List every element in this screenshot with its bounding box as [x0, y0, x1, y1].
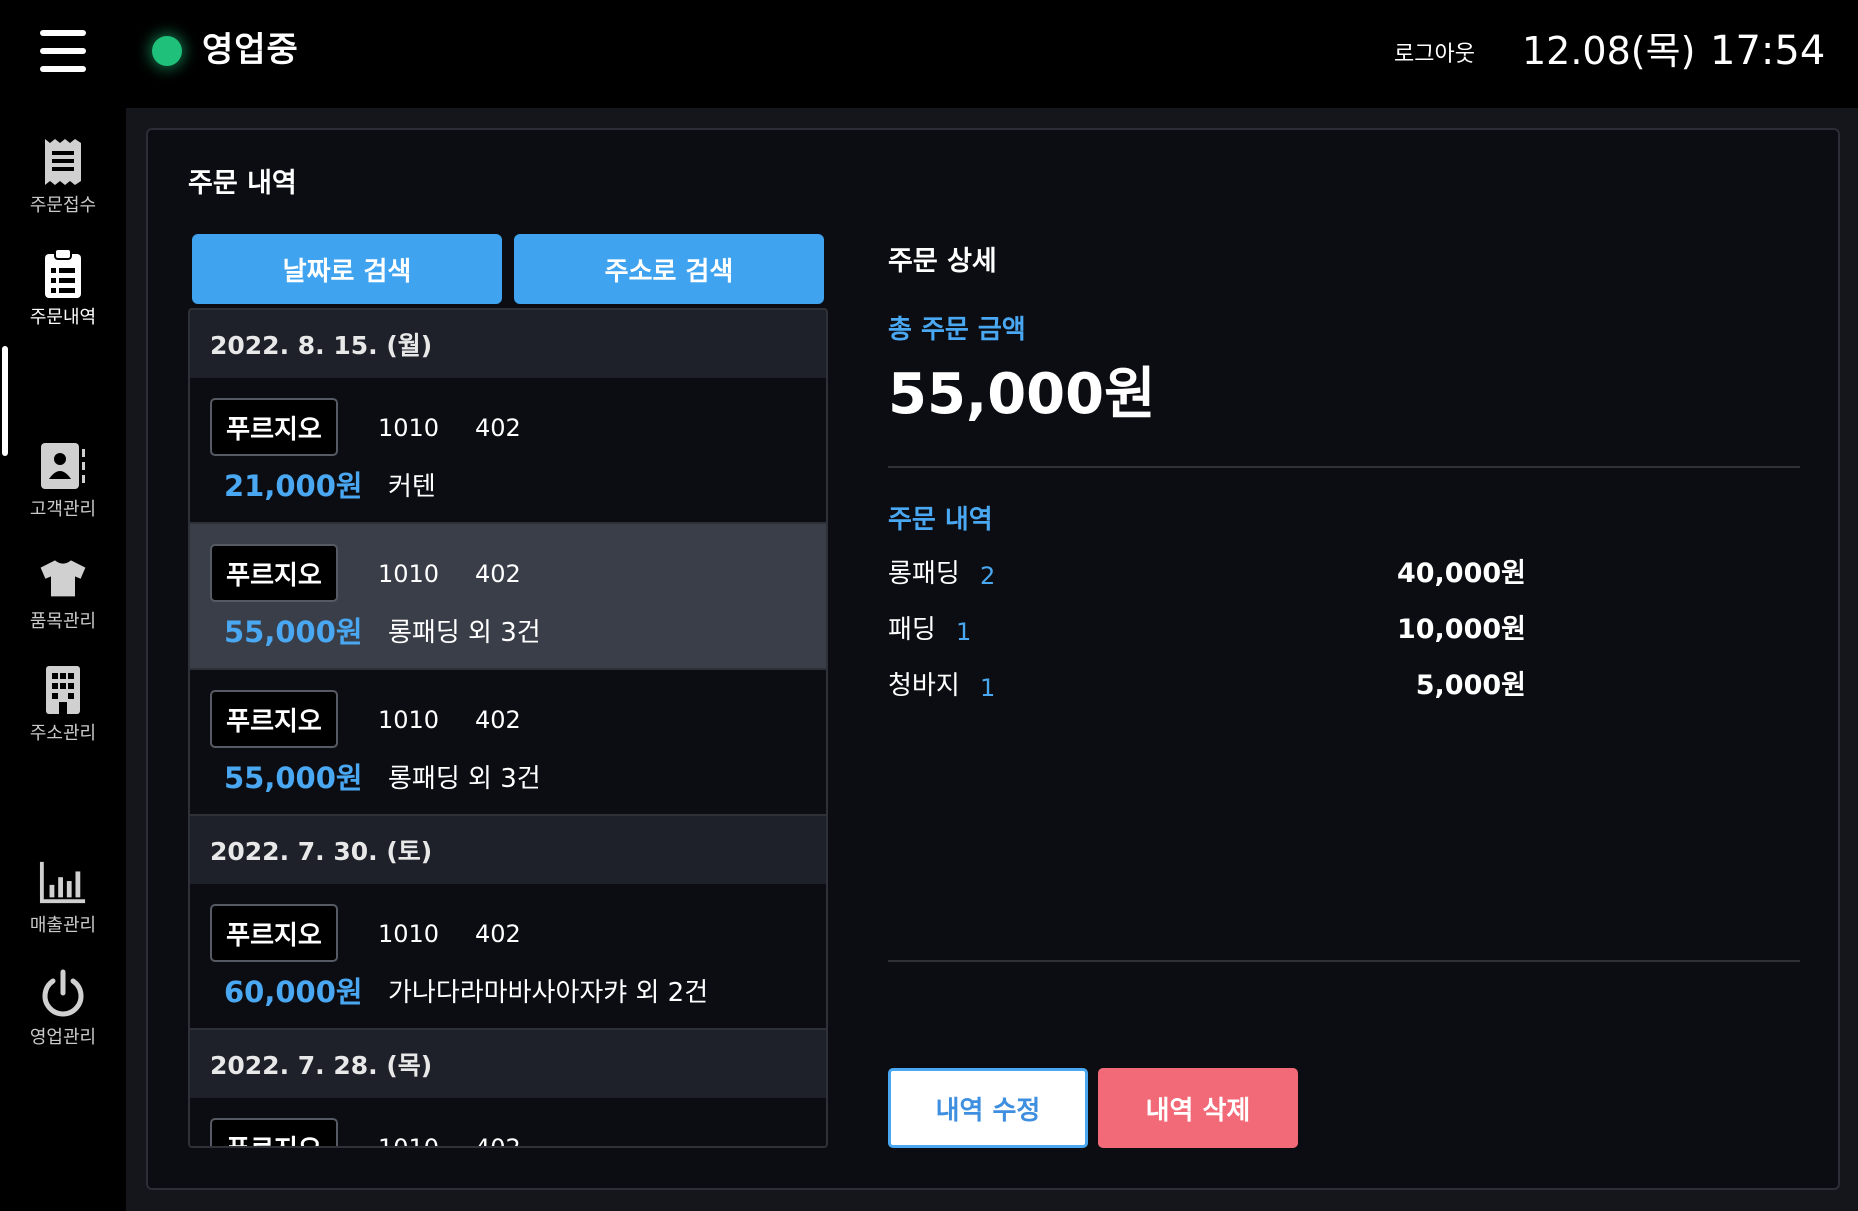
order-items-summary: 커텐: [388, 472, 436, 502]
item-name: 롱패딩: [888, 559, 960, 589]
total-amount-label: 총 주문 금액: [888, 315, 1026, 345]
order-item-row: 롱패딩 2 40,000원: [888, 556, 1526, 596]
order-price: 55,000원: [224, 615, 363, 649]
order-row[interactable]: 푸르지오 1010 402 21,000원 커텐: [190, 378, 826, 524]
unit-number: 402: [475, 1134, 521, 1148]
order-row-selected[interactable]: 푸르지오 1010 402 55,000원 롱패딩 외 3건: [190, 524, 826, 670]
order-list[interactable]: 2022. 8. 15. (월) 푸르지오 1010 402 21,000원 커…: [188, 308, 828, 1148]
current-date: 12.08(목): [1522, 29, 1696, 73]
receipt-icon: [39, 136, 87, 188]
building-icon: [39, 664, 87, 716]
sidebar: 주문접수 주문내역 고객관리 품목관리 주소관리 매출관리 영업관리: [0, 108, 126, 1211]
apartment-tag: 푸르지오: [210, 398, 338, 456]
building-number: 1010: [378, 414, 440, 442]
sidebar-item-addresses[interactable]: 주소관리: [0, 664, 126, 760]
date-group-header: 2022. 7. 28. (목): [190, 1030, 826, 1098]
sidebar-item-label: 품목관리: [29, 611, 97, 632]
order-row[interactable]: 푸르지오 1010 402 55,000원 롱패딩 외 3건: [190, 670, 826, 816]
tshirt-icon: [39, 552, 87, 604]
order-item-row: 청바지 1 5,000원: [888, 668, 1526, 708]
order-row[interactable]: 푸르지오 1010 402: [190, 1098, 826, 1148]
divider: [888, 960, 1800, 962]
contact-book-icon: [39, 440, 87, 492]
business-status: 영업중: [202, 30, 299, 70]
building-number: 1010: [378, 560, 440, 588]
sidebar-item-business[interactable]: 영업관리: [0, 968, 126, 1064]
bar-chart-icon: [39, 856, 87, 908]
item-quantity: 1: [980, 674, 996, 702]
search-by-date-button[interactable]: 날짜로 검색: [192, 234, 502, 304]
unit-number: 402: [475, 414, 521, 442]
power-icon: [39, 968, 87, 1020]
building-number: 1010: [378, 1134, 440, 1148]
sidebar-item-products[interactable]: 품목관리: [0, 552, 126, 648]
sidebar-item-label: 영업관리: [29, 1027, 97, 1048]
order-items-summary: 롱패딩 외 3건: [388, 618, 541, 648]
order-price: 55,000원: [224, 761, 363, 795]
order-items-label: 주문 내역: [888, 505, 993, 535]
sidebar-item-sales[interactable]: 매출관리: [0, 856, 126, 952]
page-title: 주문 내역: [188, 168, 297, 199]
item-name: 청바지: [888, 671, 960, 701]
item-price: 40,000원: [1396, 558, 1526, 589]
apartment-tag: 푸르지오: [210, 1118, 338, 1146]
item-price: 10,000원: [1396, 614, 1526, 645]
order-price: 60,000원: [224, 975, 363, 1009]
status-indicator-dot: [152, 36, 182, 66]
divider: [888, 466, 1800, 468]
order-item-row: 패딩 1 10,000원: [888, 612, 1526, 652]
search-by-address-button[interactable]: 주소로 검색: [514, 234, 824, 304]
sidebar-item-label: 매출관리: [29, 915, 97, 936]
clipboard-list-icon: [39, 248, 87, 300]
total-amount-value: 55,000원: [888, 362, 1156, 427]
sidebar-item-label: 고객관리: [29, 499, 97, 520]
unit-number: 402: [475, 560, 521, 588]
unit-number: 402: [475, 706, 521, 734]
sidebar-item-order-history[interactable]: 주문내역: [0, 248, 126, 344]
item-name: 패딩: [888, 615, 936, 645]
current-time: 17:54: [1710, 28, 1826, 74]
apartment-tag: 푸르지오: [210, 544, 338, 602]
apartment-tag: 푸르지오: [210, 904, 338, 962]
edit-order-button[interactable]: 내역 수정: [888, 1068, 1088, 1148]
date-group-header: 2022. 8. 15. (월): [190, 310, 826, 378]
logout-button[interactable]: 로그아웃: [1394, 40, 1475, 70]
sidebar-item-order-receipt[interactable]: 주문접수: [0, 136, 126, 232]
building-number: 1010: [378, 706, 440, 734]
order-price: 21,000원: [224, 469, 363, 503]
detail-title: 주문 상세: [888, 246, 997, 277]
sidebar-item-label: 주소관리: [29, 723, 97, 744]
item-price: 5,000원: [1415, 670, 1526, 701]
order-items-summary: 롱패딩 외 3건: [388, 764, 541, 794]
item-quantity: 1: [956, 618, 972, 646]
delete-order-button[interactable]: 내역 삭제: [1098, 1068, 1298, 1148]
order-items-summary: 가나다라마바사아자캬 외 2건: [388, 978, 709, 1008]
order-row[interactable]: 푸르지오 1010 402 60,000원 가나다라마바사아자캬 외 2건: [190, 884, 826, 1030]
sidebar-item-customers[interactable]: 고객관리: [0, 440, 126, 536]
top-bar: 영업중 로그아웃 12.08(목) 17:54: [0, 0, 1858, 108]
building-number: 1010: [378, 920, 440, 948]
unit-number: 402: [475, 920, 521, 948]
sidebar-item-label: 주문내역: [29, 307, 97, 328]
hamburger-menu-icon[interactable]: [40, 30, 86, 72]
sidebar-item-label: 주문접수: [29, 195, 97, 216]
date-group-header: 2022. 7. 30. (토): [190, 816, 826, 884]
apartment-tag: 푸르지오: [210, 690, 338, 748]
item-quantity: 2: [980, 562, 996, 590]
